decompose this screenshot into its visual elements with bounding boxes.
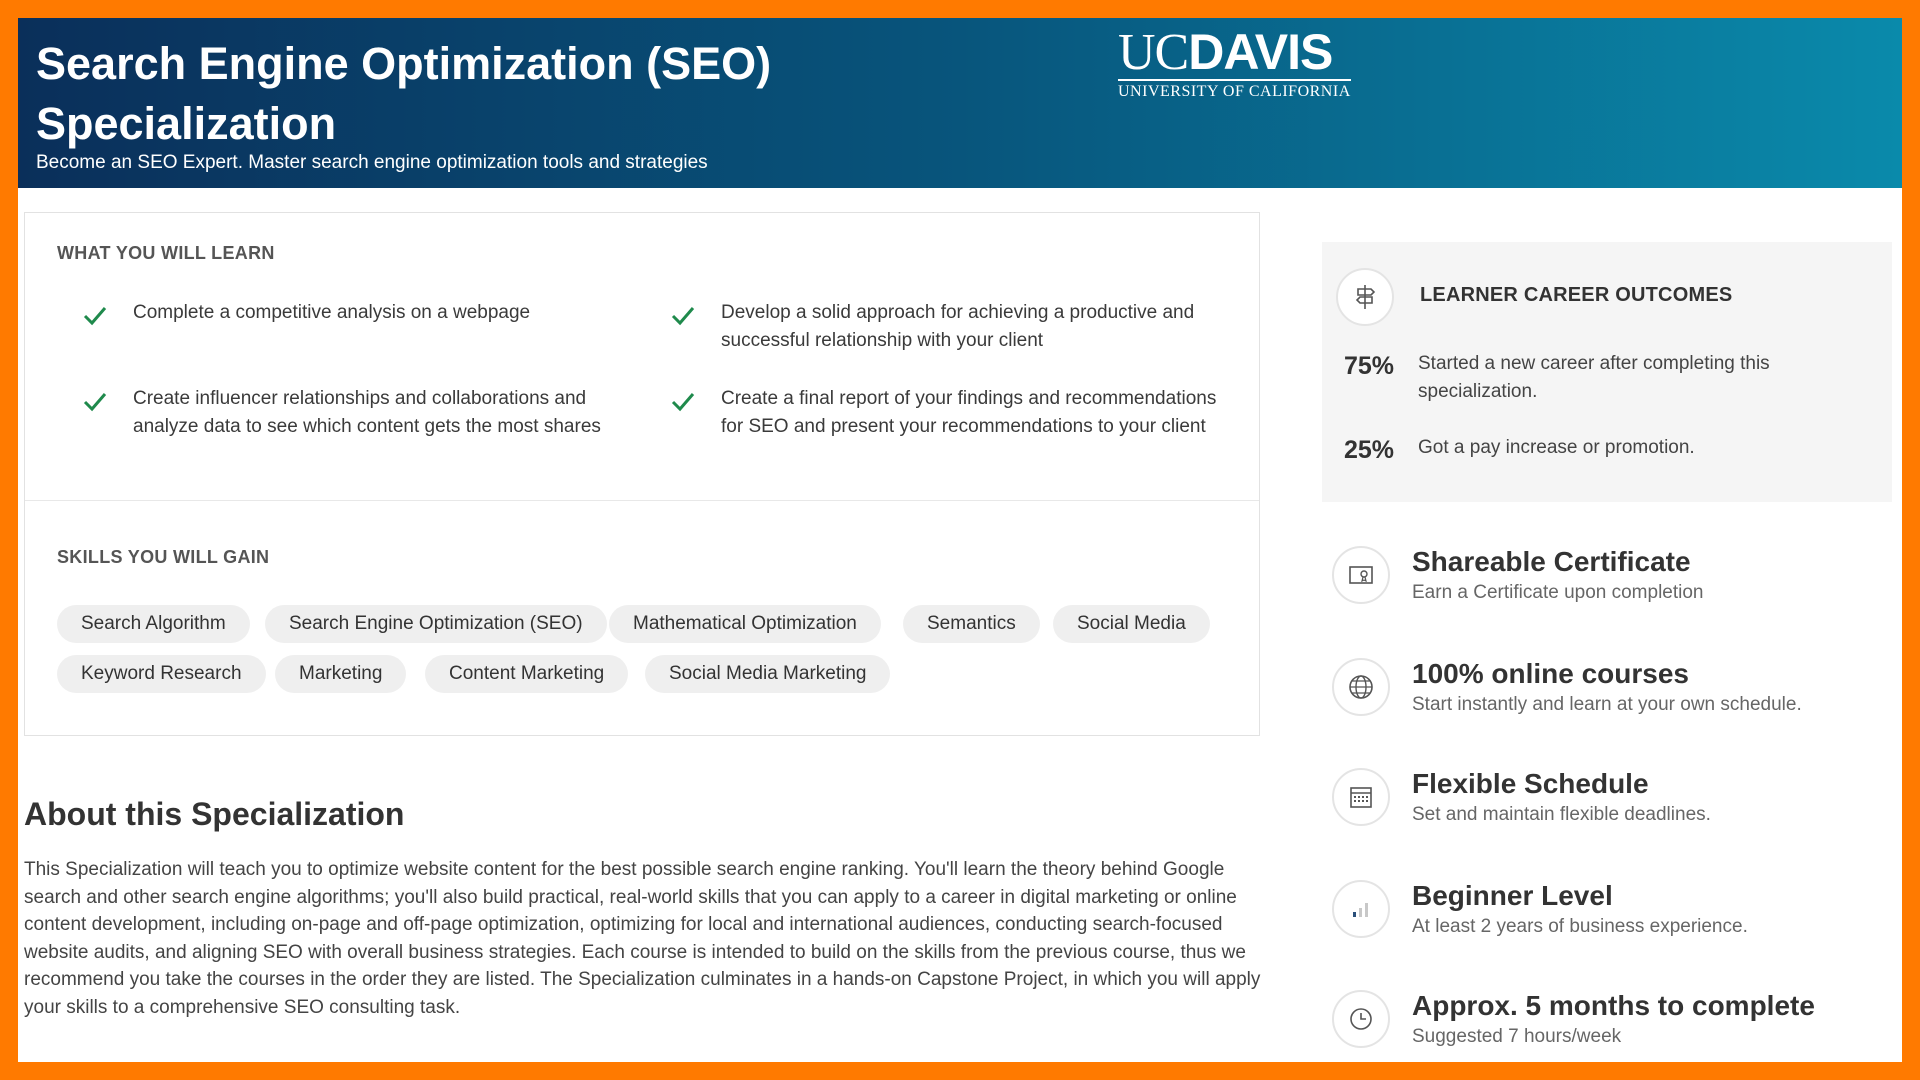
feature-certificate: Shareable Certificate Earn a Certificate…: [1332, 546, 1892, 616]
page-subtitle: Become an SEO Expert. Master search engi…: [36, 152, 708, 173]
learn-item-text: Create a final report of your findings a…: [721, 388, 1217, 437]
about-description: This Specialization will teach you to op…: [24, 859, 1261, 1018]
check-icon: [83, 307, 107, 326]
level-bars-icon: [1332, 880, 1390, 938]
skill-chip[interactable]: Semantics: [903, 605, 1040, 643]
check-icon: [83, 393, 107, 412]
skill-chip[interactable]: Social Media: [1053, 605, 1210, 643]
logo-wordmark: UCDAVIS: [1118, 26, 1378, 79]
skill-chip[interactable]: Social Media Marketing: [645, 655, 891, 693]
about-heading: About this Specialization: [24, 796, 405, 832]
hero-banner: Search Engine Optimization (SEO) Special…: [18, 18, 1902, 188]
page-title: Search Engine Optimization (SEO) Special…: [36, 38, 772, 149]
skill-chip[interactable]: Search Engine Optimization (SEO): [265, 605, 607, 643]
feature-title: 100% online courses: [1412, 658, 1690, 689]
calendar-icon: [1332, 768, 1390, 826]
logo-subtitle: UNIVERSITY OF CALIFORNIA: [1118, 79, 1351, 101]
career-outcomes-panel: LEARNER CAREER OUTCOMES 75% Started a ne…: [1322, 242, 1892, 502]
page: Search Engine Optimization (SEO) Special…: [18, 18, 1902, 1062]
feature-level: Beginner Level At least 2 years of busin…: [1332, 880, 1892, 950]
uc-davis-logo[interactable]: UCDAVIS UNIVERSITY OF CALIFORNIA: [1118, 26, 1378, 100]
feature-subtitle: Earn a Certificate upon completion: [1412, 582, 1704, 603]
logo-davis: DAVIS: [1188, 24, 1333, 80]
stat-description: Got a pay increase or promotion.: [1418, 437, 1695, 458]
feature-title: Beginner Level: [1412, 880, 1613, 911]
learn-item-text: Complete a competitive analysis on a web…: [133, 302, 531, 323]
learn-item-text: Develop a solid approach for achieving a…: [721, 302, 1195, 351]
feature-subtitle: Start instantly and learn at your own sc…: [1412, 694, 1802, 715]
feature-title: Shareable Certificate: [1412, 546, 1691, 577]
feature-title: Approx. 5 months to complete: [1412, 990, 1815, 1021]
logo-uc: UC: [1118, 24, 1189, 81]
stat-percentage: 25%: [1344, 436, 1395, 464]
skill-chip[interactable]: Mathematical Optimization: [609, 605, 881, 643]
skill-chip[interactable]: Content Marketing: [425, 655, 629, 693]
what-you-will-learn-section: WHAT YOU WILL LEARN Complete a competiti…: [25, 213, 1259, 501]
certificate-icon: [1332, 546, 1390, 604]
globe-icon: [1332, 658, 1390, 716]
learn-heading: WHAT YOU WILL LEARN: [57, 243, 275, 263]
feature-schedule: Flexible Schedule Set and maintain flexi…: [1332, 768, 1892, 838]
feature-subtitle: At least 2 years of business experience.: [1412, 916, 1748, 937]
stat-description: Started a new career after completing th…: [1418, 353, 1770, 402]
signpost-icon: [1336, 268, 1394, 326]
feature-title: Flexible Schedule: [1412, 768, 1649, 799]
skill-chip[interactable]: Marketing: [275, 655, 407, 693]
learn-skills-card: WHAT YOU WILL LEARN Complete a competiti…: [24, 212, 1260, 736]
check-icon: [671, 307, 695, 326]
outcomes-heading: LEARNER CAREER OUTCOMES: [1420, 284, 1733, 306]
feature-subtitle: Set and maintain flexible deadlines.: [1412, 804, 1711, 825]
check-icon: [671, 393, 695, 412]
stat-percentage: 75%: [1344, 352, 1395, 380]
learn-item-text: Create influencer relationships and coll…: [133, 388, 601, 437]
feature-subtitle: Suggested 7 hours/week: [1412, 1026, 1622, 1047]
feature-online: 100% online courses Start instantly and …: [1332, 658, 1892, 728]
clock-icon: [1332, 990, 1390, 1048]
skills-heading: SKILLS YOU WILL GAIN: [57, 547, 270, 567]
skill-chip[interactable]: Search Algorithm: [57, 605, 250, 643]
feature-duration: Approx. 5 months to complete Suggested 7…: [1332, 990, 1892, 1060]
skill-chip[interactable]: Keyword Research: [57, 655, 266, 693]
